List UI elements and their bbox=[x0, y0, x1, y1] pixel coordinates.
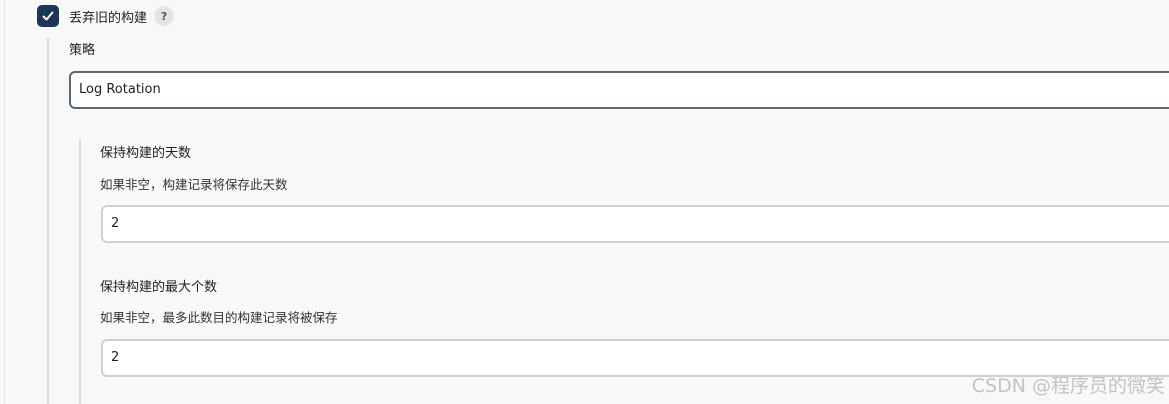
max-builds-description: 如果非空，最多此数目的构建记录将被保存 bbox=[100, 310, 338, 325]
strategy-label: 策略 bbox=[69, 43, 96, 58]
help-icon[interactable]: ? bbox=[154, 6, 175, 26]
days-to-keep-description: 如果非空，构建记录将保存此天数 bbox=[100, 177, 288, 192]
strategy-options-indent-line bbox=[79, 139, 81, 404]
strategy-select[interactable]: Log Rotation bbox=[69, 71, 1169, 109]
days-to-keep-title: 保持构建的天数 bbox=[100, 146, 192, 161]
days-to-keep-input[interactable]: 2 bbox=[101, 205, 1169, 243]
discard-old-builds-row: 丢弃旧的构建 ? bbox=[37, 5, 175, 27]
discard-old-builds-label[interactable]: 丢弃旧的构建 bbox=[69, 7, 147, 26]
max-builds-title: 保持构建的最大个数 bbox=[100, 280, 218, 295]
left-edge-divider bbox=[4, 0, 5, 404]
discard-old-builds-checkbox[interactable] bbox=[37, 5, 59, 27]
checkmark-icon bbox=[42, 11, 54, 21]
section-indent-line bbox=[47, 38, 49, 404]
watermark: CSDN @程序员的微笑 bbox=[971, 375, 1165, 397]
